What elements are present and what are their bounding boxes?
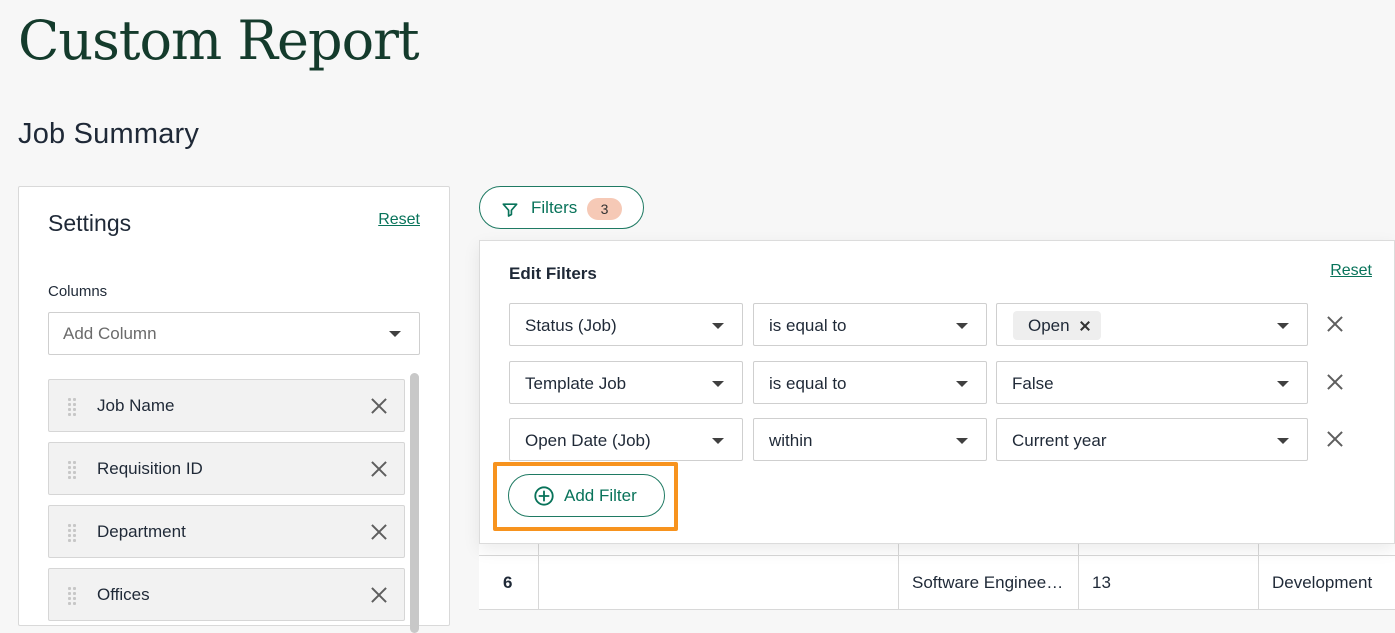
drag-handle-icon[interactable]	[67, 460, 76, 480]
column-item-requisition-id[interactable]: Requisition ID	[48, 442, 405, 495]
job-name-cell: Software Enginee…	[912, 573, 1064, 592]
filter-value-text: False	[1012, 374, 1054, 393]
columns-label: Columns	[48, 283, 108, 300]
selected-value-token: Open	[1013, 311, 1101, 340]
table-row[interactable]: 6 Software Enginee… 13 Development	[479, 555, 1395, 610]
token-label: Open	[1028, 315, 1070, 335]
edit-filters-reset-link[interactable]: Reset	[1330, 262, 1372, 280]
chevron-down-icon	[712, 381, 724, 387]
filter-operator-select[interactable]: within	[753, 418, 987, 461]
edit-filters-title: Edit Filters	[509, 264, 597, 283]
page-title: Custom Report	[18, 9, 420, 72]
columns-scrollbar[interactable]	[410, 373, 419, 633]
column-label: Requisition ID	[97, 458, 203, 478]
column-item-department[interactable]: Department	[48, 505, 405, 558]
remove-filter-close-icon[interactable]	[1326, 373, 1344, 391]
filter-operator-value: is equal to	[769, 316, 847, 335]
add-filter-button[interactable]: Add Filter	[508, 474, 665, 517]
filter-field-select[interactable]: Open Date (Job)	[509, 418, 743, 461]
department-cell: Development	[1272, 573, 1373, 592]
remove-column-close-icon[interactable]	[370, 397, 388, 415]
filter-operator-value: within	[769, 431, 813, 450]
filters-button[interactable]: Filters 3	[479, 186, 644, 229]
remove-column-close-icon[interactable]	[370, 586, 388, 604]
filter-value-select[interactable]: False	[996, 361, 1308, 404]
column-item-job-name[interactable]: Job Name	[48, 379, 405, 432]
column-label: Job Name	[97, 395, 175, 415]
chevron-down-icon	[956, 381, 968, 387]
filter-operator-value: is equal to	[769, 374, 847, 393]
chevron-down-icon	[389, 331, 401, 337]
filter-field-value: Template Job	[525, 374, 627, 393]
remove-token-close-icon[interactable]	[1080, 321, 1090, 331]
chevron-down-icon	[712, 323, 724, 329]
filters-count-badge: 3	[587, 198, 622, 220]
chevron-down-icon	[712, 438, 724, 444]
filter-value-select[interactable]: Current year	[996, 418, 1308, 461]
filter-row-template-job: Template Job is equal to False	[509, 361, 1369, 404]
remove-column-close-icon[interactable]	[370, 460, 388, 478]
chevron-down-icon	[1277, 323, 1289, 329]
remove-column-close-icon[interactable]	[370, 523, 388, 541]
drag-handle-icon[interactable]	[67, 586, 76, 606]
column-label: Offices	[97, 584, 150, 604]
settings-reset-link[interactable]: Reset	[378, 211, 420, 229]
row-index: 6	[503, 573, 513, 592]
filter-row-status: Status (Job) is equal to Open	[509, 303, 1369, 346]
filter-field-select[interactable]: Status (Job)	[509, 303, 743, 346]
filter-operator-select[interactable]: is equal to	[753, 303, 987, 346]
add-column-placeholder: Add Column	[63, 323, 157, 343]
selected-columns-list: Job Name Requisition ID Department Offic…	[48, 379, 405, 631]
filters-label: Filters	[531, 198, 578, 217]
filter-field-select[interactable]: Template Job	[509, 361, 743, 404]
remove-filter-close-icon[interactable]	[1326, 315, 1344, 333]
funnel-icon	[502, 203, 518, 217]
drag-handle-icon[interactable]	[67, 397, 76, 417]
column-item-offices[interactable]: Offices	[48, 568, 405, 621]
report-subtitle: Job Summary	[18, 118, 200, 150]
chevron-down-icon	[956, 438, 968, 444]
add-column-select[interactable]: Add Column	[48, 312, 420, 355]
filter-value-select[interactable]: Open	[996, 303, 1308, 346]
remove-filter-close-icon[interactable]	[1326, 430, 1344, 448]
filter-operator-select[interactable]: is equal to	[753, 361, 987, 404]
settings-panel: Settings Reset Columns Add Column Job Na…	[18, 186, 450, 633]
filter-field-value: Status (Job)	[525, 316, 617, 335]
drag-handle-icon[interactable]	[67, 523, 76, 543]
chevron-down-icon	[1277, 381, 1289, 387]
column-label: Department	[97, 521, 186, 541]
columns-scroll-thumb[interactable]	[410, 373, 419, 633]
filter-row-open-date: Open Date (Job) within Current year	[509, 418, 1369, 461]
requisition-id-cell: 13	[1092, 573, 1111, 592]
add-filter-label: Add Filter	[564, 486, 637, 505]
plus-circle-icon	[534, 486, 554, 506]
chevron-down-icon	[956, 323, 968, 329]
settings-title: Settings	[48, 210, 132, 236]
filter-field-value: Open Date (Job)	[525, 431, 651, 450]
filter-value-text: Current year	[1012, 431, 1107, 450]
chevron-down-icon	[1277, 438, 1289, 444]
